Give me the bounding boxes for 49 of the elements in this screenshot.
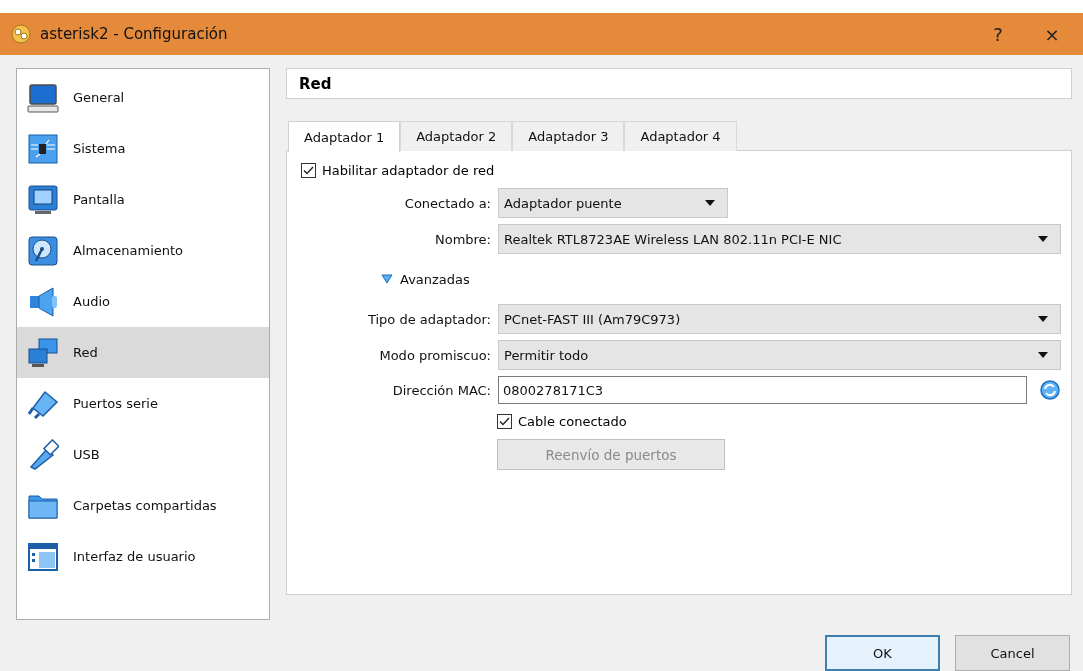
tab[interactable]: Adaptador 1 xyxy=(288,121,401,152)
tab[interactable]: Adaptador 3 xyxy=(512,121,625,151)
network-icon xyxy=(27,336,59,369)
sidebar-item[interactable]: Puertos serie xyxy=(17,378,269,429)
field-label: Nombre: xyxy=(433,231,491,247)
tab[interactable]: Adaptador 2 xyxy=(400,121,513,151)
refresh-button[interactable] xyxy=(1039,379,1061,401)
help-button[interactable]: ? xyxy=(975,14,1021,54)
sidebar-item[interactable]: Audio xyxy=(17,276,269,327)
sidebar-item[interactable]: Pantalla xyxy=(17,174,269,225)
page-title: Red xyxy=(286,68,1072,99)
triangle-icon xyxy=(381,274,393,284)
input-field[interactable]: 0800278171C3 xyxy=(498,376,1027,404)
dropdown[interactable]: Permitir todo xyxy=(498,340,1061,370)
field-label: Dirección MAC: xyxy=(391,382,491,398)
checkbox-label[interactable]: Habilitar adaptador de red xyxy=(322,163,495,178)
checkbox-label[interactable]: Cable conectado xyxy=(518,414,627,429)
field-label: Tipo de adaptador: xyxy=(366,311,491,327)
dropdown[interactable]: PCnet-FAST III (Am79C973) xyxy=(498,304,1061,334)
display-icon xyxy=(27,183,59,216)
window-title: asterisk2 - Configuración xyxy=(40,25,229,43)
checkbox[interactable] xyxy=(301,163,316,178)
dropdown[interactable]: Realtek RTL8723AE Wireless LAN 802.11n PCI-E NIC xyxy=(498,224,1061,254)
field-label: Conectado a: xyxy=(403,195,491,211)
field-label: Modo promiscuo: xyxy=(378,347,491,363)
refresh-icon xyxy=(1039,379,1061,401)
sidebar-item[interactable]: Interfaz de usuario xyxy=(17,531,269,582)
sidebar-item[interactable]: General xyxy=(17,72,269,123)
tab[interactable]: Adaptador 4 xyxy=(624,121,737,151)
sidebar-item[interactable]: Almacenamiento xyxy=(17,225,269,276)
dropdown[interactable]: Adaptador puente xyxy=(498,188,728,218)
dialog-button[interactable]: OK xyxy=(825,635,940,671)
dialog-button[interactable]: Cancel xyxy=(955,635,1070,671)
chip-icon xyxy=(27,132,59,165)
monitor-icon xyxy=(27,81,59,114)
expander[interactable]: Avanzadas xyxy=(301,264,1061,294)
sidebar-item[interactable]: Carpetas compartidas xyxy=(17,480,269,531)
caret-icon xyxy=(705,200,715,206)
sidebar-item[interactable]: USB xyxy=(17,429,269,480)
caret-icon xyxy=(1038,236,1048,242)
sidebar-item[interactable]: Red xyxy=(17,327,269,378)
speaker-icon xyxy=(27,285,59,318)
sidebar-item[interactable]: Sistema xyxy=(17,123,269,174)
close-button[interactable]: × xyxy=(1029,14,1075,54)
usb-plug-icon xyxy=(27,438,59,471)
checkbox[interactable] xyxy=(497,414,512,429)
caret-icon xyxy=(1038,352,1048,358)
window-layout-icon xyxy=(27,540,59,573)
caret-icon xyxy=(1038,316,1048,322)
